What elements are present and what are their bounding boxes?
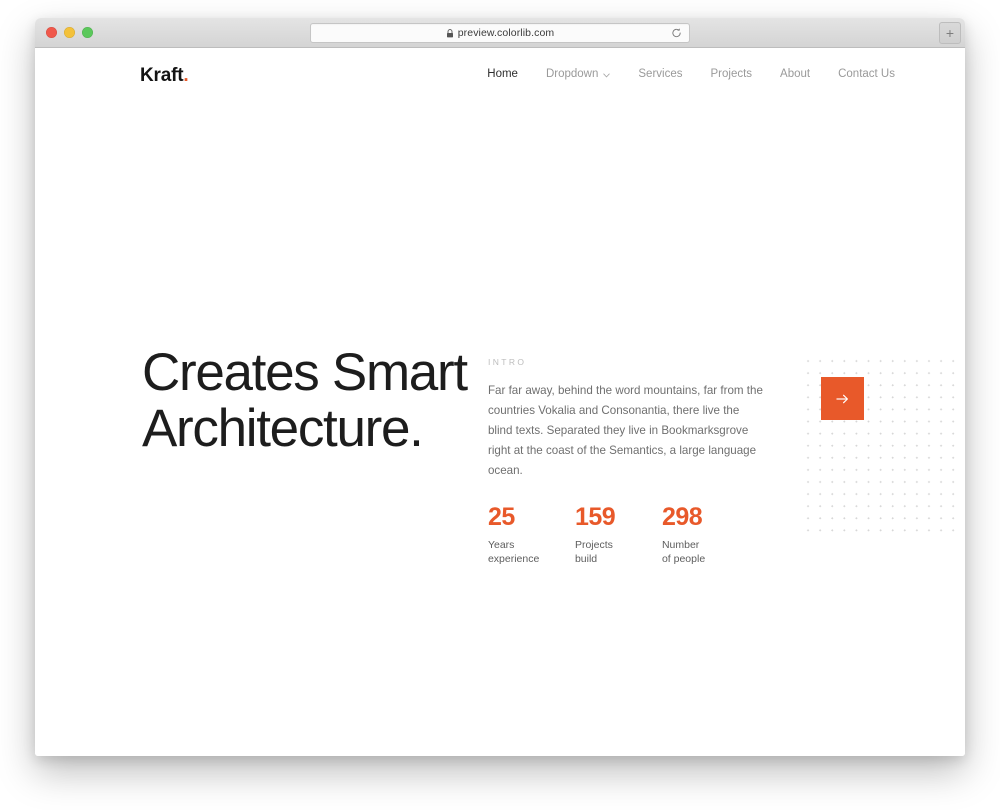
stat-number: 25 [487,502,515,531]
stat-label-line-2: experience [487,552,540,565]
browser-window: preview.colorlib.com + Kraft. Home Dropd… [35,18,965,756]
new-tab-label: + [945,25,955,41]
nav-item-home[interactable]: Home [473,69,532,81]
window-controls [35,27,93,38]
nav-label: Home [487,68,518,81]
stat-number: 159 [574,502,616,531]
nav-label: Dropdown [545,68,599,81]
reload-icon[interactable] [671,28,682,39]
hero-decoration-block [801,313,965,540]
chevron-down-icon [603,73,611,78]
page-viewport: Kraft. Home Dropdown Services Projects A… [35,48,965,756]
intro-label: INTRO [487,357,527,367]
nav-item-projects[interactable]: Projects [697,69,767,81]
nav-label: Services [638,68,683,81]
hero-cta-button[interactable] [820,377,864,420]
address-bar-content: preview.colorlib.com [446,27,555,39]
arrow-right-icon [836,394,848,403]
new-tab-button[interactable]: + [939,22,961,44]
hero-intro-block: INTRO Far far away, behind the word moun… [488,313,767,566]
close-button[interactable] [46,27,57,38]
stats-row: 25 Years experience 159 Projects build 2… [487,502,767,567]
logo-dot: . [183,64,189,86]
lock-icon [446,28,453,37]
site-header: Kraft. Home Dropdown Services Projects A… [35,48,965,102]
nav-item-about[interactable]: About [766,69,824,81]
hero-heading-block: Creates Smart Architecture. [142,313,488,566]
site-logo[interactable]: Kraft. [140,64,189,86]
address-bar-url: preview.colorlib.com [457,27,555,39]
nav-item-contact-us[interactable]: Contact Us [824,69,895,81]
nav-label: Projects [710,68,753,81]
nav-label: Contact Us [838,68,895,81]
page-title-line-1: Creates Smart [142,343,468,402]
page-title-line-2: Architecture. [142,399,424,459]
stat-label: Number of people [662,539,749,567]
nav-label: About [780,68,811,81]
main-navigation: Home Dropdown Services Projects About Co… [473,69,895,81]
stat-label-line-2: build [574,552,598,565]
stat-item-number-of-people: 298 Number of people [661,502,749,567]
stat-label: Projects build [575,539,662,567]
desktop-background: preview.colorlib.com + Kraft. Home Dropd… [0,0,1000,810]
stat-item-projects-build: 159 Projects build [574,502,662,567]
stat-item-years-experience: 25 Years experience [487,502,575,567]
nav-item-services[interactable]: Services [624,69,696,81]
page-title: Creates Smart Architecture. [142,343,488,459]
nav-item-dropdown[interactable]: Dropdown [532,69,624,81]
stat-number: 298 [661,502,703,531]
minimize-button[interactable] [64,27,75,38]
stat-label-line-2: of people [661,552,706,565]
address-bar[interactable]: preview.colorlib.com [310,23,690,43]
logo-text: Kraft [140,64,184,86]
browser-titlebar: preview.colorlib.com + [35,18,965,48]
stat-label-line-1: Number [661,538,700,551]
hero-section: Creates Smart Architecture. INTRO Far fa… [35,313,965,566]
stat-label-line-1: Years [487,538,515,551]
zoom-button[interactable] [82,27,93,38]
stat-label-line-1: Projects [574,538,613,551]
intro-paragraph: Far far away, behind the word mountains,… [487,384,763,477]
stat-label: Years experience [488,539,575,567]
